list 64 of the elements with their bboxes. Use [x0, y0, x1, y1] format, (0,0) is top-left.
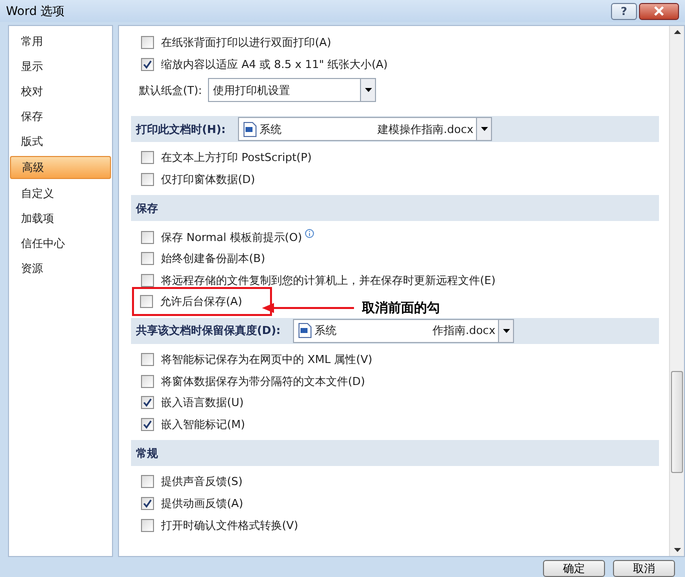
section-title: 保存: [136, 200, 158, 216]
annotation-text: 取消前面的勾: [362, 300, 440, 317]
scroll-thumb[interactable]: [671, 371, 683, 473]
section-title: 常规: [136, 446, 158, 461]
checkbox-label: 保存 Normal 模板前提示(O): [161, 230, 302, 245]
sidebar-item[interactable]: 自定义: [10, 183, 111, 204]
checkbox[interactable]: [141, 418, 154, 431]
checkbox-label: 将智能标记保存为在网页中的 XML 属性(V): [161, 352, 372, 368]
dropdown-arrow-icon: [480, 127, 488, 132]
dropdown-arrow-icon: [502, 328, 510, 333]
checkbox-label: 仅打印窗体数据(D): [161, 172, 256, 188]
field-label: 默认纸盒(T):: [139, 82, 202, 98]
checkbox[interactable]: [141, 374, 154, 388]
document-dropdown[interactable]: 系统 作指南.docx: [292, 318, 514, 343]
checkbox-label: 打开时确认文件格式转换(V): [161, 518, 298, 533]
checkbox[interactable]: [140, 295, 153, 308]
sidebar-item[interactable]: 保存: [10, 106, 111, 127]
sidebar-item[interactable]: 版式: [10, 131, 111, 152]
checkbox-label: 在纸张背面打印以进行双面打印(A): [161, 35, 332, 50]
checkbox-label: 缩放内容以适应 A4 或 8.5 x 11" 纸张大小(A): [161, 56, 388, 72]
checkbox-label: 在文本上方打印 PostScript(P): [161, 150, 312, 166]
checkbox-label: 提供动画反馈(A): [161, 496, 244, 512]
checkbox[interactable]: [141, 58, 154, 71]
document-dropdown[interactable]: 系统 建模操作指南.docx: [238, 117, 492, 142]
dialog-button[interactable]: 确定: [543, 560, 605, 577]
checkbox-label: 将窗体数据保存为带分隔符的文本文件(D): [161, 374, 366, 389]
close-button[interactable]: [639, 2, 679, 20]
checkbox-label: 始终创建备份副本(B): [161, 251, 266, 266]
checkbox-label: 提供声音反馈(S): [161, 474, 243, 490]
checkbox[interactable]: [141, 518, 154, 532]
section-title: 共享该文档时保留保真度(D):: [136, 323, 281, 338]
dialog-button[interactable]: 取消: [613, 560, 675, 577]
scroll-down-icon[interactable]: [674, 548, 680, 552]
scroll-up-icon[interactable]: [674, 30, 680, 34]
checkbox-label: 将远程存储的文件复制到您的计算机上，并在保存时更新远程文件(E): [161, 272, 496, 288]
checkbox[interactable]: [141, 36, 154, 50]
checkbox[interactable]: [141, 173, 154, 186]
checkbox[interactable]: [141, 274, 154, 287]
sidebar-item[interactable]: 校对: [10, 81, 111, 102]
sidebar-item[interactable]: 常用: [10, 31, 111, 52]
window-title: Word 选项: [6, 2, 65, 20]
checkbox[interactable]: [141, 252, 154, 266]
checkbox-label: 允许后台保存(A): [160, 294, 242, 310]
checkbox[interactable]: [141, 230, 154, 244]
dropdown-arrow-icon: [364, 88, 372, 92]
document-icon: [242, 122, 257, 137]
sidebar-item[interactable]: 资源: [10, 258, 111, 279]
document-icon: [298, 323, 312, 338]
checkbox[interactable]: [141, 151, 154, 164]
help-button[interactable]: ?: [611, 2, 637, 20]
sidebar-item[interactable]: 加载项: [10, 208, 111, 229]
checkbox[interactable]: [141, 475, 154, 488]
sidebar-item[interactable]: 显示: [10, 56, 111, 77]
close-icon: [654, 6, 664, 16]
checkbox-label: 嵌入智能标记(M): [161, 416, 246, 432]
sidebar-item[interactable]: 高级: [10, 156, 111, 179]
scrollbar[interactable]: [669, 26, 684, 556]
checkbox[interactable]: [141, 396, 154, 410]
section-title: 打印此文档时(H):: [136, 122, 226, 137]
checkbox-label: 嵌入语言数据(U): [161, 395, 244, 410]
checkbox[interactable]: [141, 353, 154, 366]
paper-tray-dropdown[interactable]: 使用打印机设置: [208, 78, 376, 102]
checkbox[interactable]: [141, 497, 154, 510]
sidebar-item[interactable]: 信任中心: [10, 233, 111, 254]
